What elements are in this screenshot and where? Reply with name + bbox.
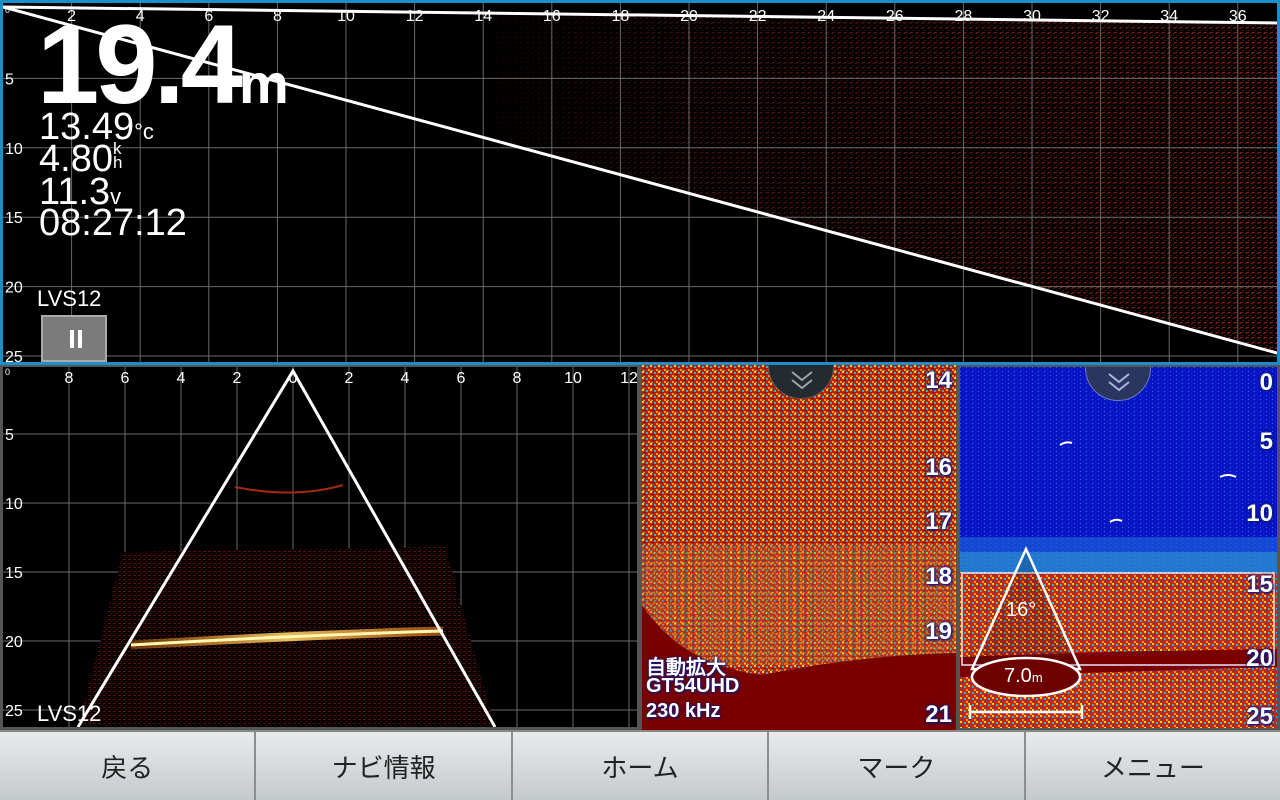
pause-button[interactable] [41, 315, 107, 362]
x-tick-label: 30 [1023, 8, 1041, 25]
depth-scale-label: 5 [1259, 428, 1273, 455]
depth-scale-label: 20 [1246, 645, 1273, 672]
scale-origin-label: 0 [5, 5, 10, 15]
nav-info-button[interactable]: ナビ情報 [256, 732, 513, 800]
cone-diameter-label: 7.0m [1004, 665, 1043, 688]
x-tick-label: 4 [177, 370, 186, 387]
x-tick-label: 4 [401, 370, 410, 387]
x-tick-label: 12 [406, 8, 424, 25]
x-tick-label: 2 [233, 370, 242, 387]
mark-button[interactable]: マーク [769, 732, 1026, 800]
y-tick-label: 20 [5, 280, 23, 297]
y-tick-label: 25 [5, 703, 23, 720]
scale-origin-label: 0 [5, 367, 10, 377]
x-tick-label: 14 [474, 8, 492, 25]
x-tick-label: 12 [620, 370, 637, 387]
temperature-unit: °c [134, 119, 154, 144]
y-tick-label: 5 [5, 427, 14, 444]
traditional-sonar-pane[interactable]: 0 5 10 15 20 25 16° 7.0m [958, 365, 1280, 730]
depth-scale-label: 18 [925, 563, 952, 590]
x-tick-label: 20 [680, 8, 698, 25]
x-tick-label: 36 [1229, 8, 1247, 25]
livescope-forward-pane[interactable]: 2 4 6 8 10 12 14 16 18 20 22 24 26 28 30 32 34 36 5 10 15 20 2… [0, 0, 1280, 365]
x-tick-label: 26 [886, 8, 904, 25]
depth-scale-label: 15 [1246, 571, 1273, 598]
depth-scale-label: 16 [925, 454, 952, 481]
zoom-sonar-pane[interactable]: 14 16 17 18 19 21 自動拡大 GT54UHD 230 kHz [640, 365, 958, 730]
depth-scale-label: 10 [1246, 500, 1273, 527]
x-tick-label: 10 [337, 8, 355, 25]
y-tick-label: 25 [5, 349, 23, 362]
frequency-label: 230 kHz [646, 700, 721, 722]
depth-scale-label: 17 [925, 508, 952, 535]
bottom-button-bar: 戻る ナビ情報 ホーム マーク メニュー [0, 730, 1280, 800]
x-tick-label: 6 [121, 370, 130, 387]
x-tick-label: 0 [289, 370, 298, 387]
y-tick-label: 10 [5, 141, 23, 158]
y-tick-label: 15 [5, 565, 23, 582]
chevron-button[interactable] [1085, 367, 1151, 401]
x-tick-label: 8 [513, 370, 522, 387]
transducer-label: GT54UHD [646, 675, 740, 697]
speed-unit-bottom: h [112, 153, 123, 172]
depth-scale-label: 14 [925, 367, 952, 394]
livescope-down-pane[interactable]: 8 6 4 2 0 2 4 6 8 10 12 5 10 15 20 25 0 LVS12 [0, 365, 640, 730]
home-button[interactable]: ホーム [512, 732, 770, 800]
x-tick-label: 10 [564, 370, 582, 387]
chevron-button[interactable] [768, 365, 834, 399]
y-tick-label: 10 [5, 496, 23, 513]
x-tick-label: 34 [1160, 8, 1178, 25]
y-tick-label: 5 [5, 71, 14, 88]
x-tick-label: 24 [817, 8, 835, 25]
back-button[interactable]: 戻る [0, 732, 257, 800]
depth-scale-label: 25 [1246, 703, 1273, 730]
y-tick-label: 15 [5, 210, 23, 227]
depth-scale-label: 21 [925, 701, 952, 728]
depth-unit: m [238, 52, 289, 115]
chevron-down-icon [791, 371, 813, 390]
transducer-label: LVS12 [37, 701, 102, 726]
transducer-label: LVS12 [37, 286, 102, 311]
cone-diameter-value: 7.0 [1004, 665, 1032, 687]
x-tick-label: 8 [65, 370, 74, 387]
x-tick-label: 6 [457, 370, 466, 387]
fish-arc [234, 484, 344, 494]
depth-scale-label: 0 [1259, 369, 1273, 396]
cone-diameter-unit: m [1031, 670, 1043, 685]
depth-scale-label: 19 [925, 618, 952, 645]
x-tick-label: 2 [345, 370, 354, 387]
cone-angle-label: 16° [1006, 599, 1037, 621]
x-tick-label: 28 [955, 8, 973, 25]
x-tick-label: 16 [543, 8, 561, 25]
down-sonar-canvas: 8 6 4 2 0 2 4 6 8 10 125101520250 [3, 367, 637, 727]
x-tick-label: 32 [1092, 8, 1110, 25]
chevron-down-icon [1108, 373, 1130, 392]
x-tick-label: 22 [749, 8, 767, 25]
time-readout: 08:27:12 [39, 202, 187, 244]
menu-button[interactable]: メニュー [1025, 732, 1280, 800]
x-tick-label: 18 [612, 8, 630, 25]
y-tick-label: 20 [5, 634, 23, 651]
